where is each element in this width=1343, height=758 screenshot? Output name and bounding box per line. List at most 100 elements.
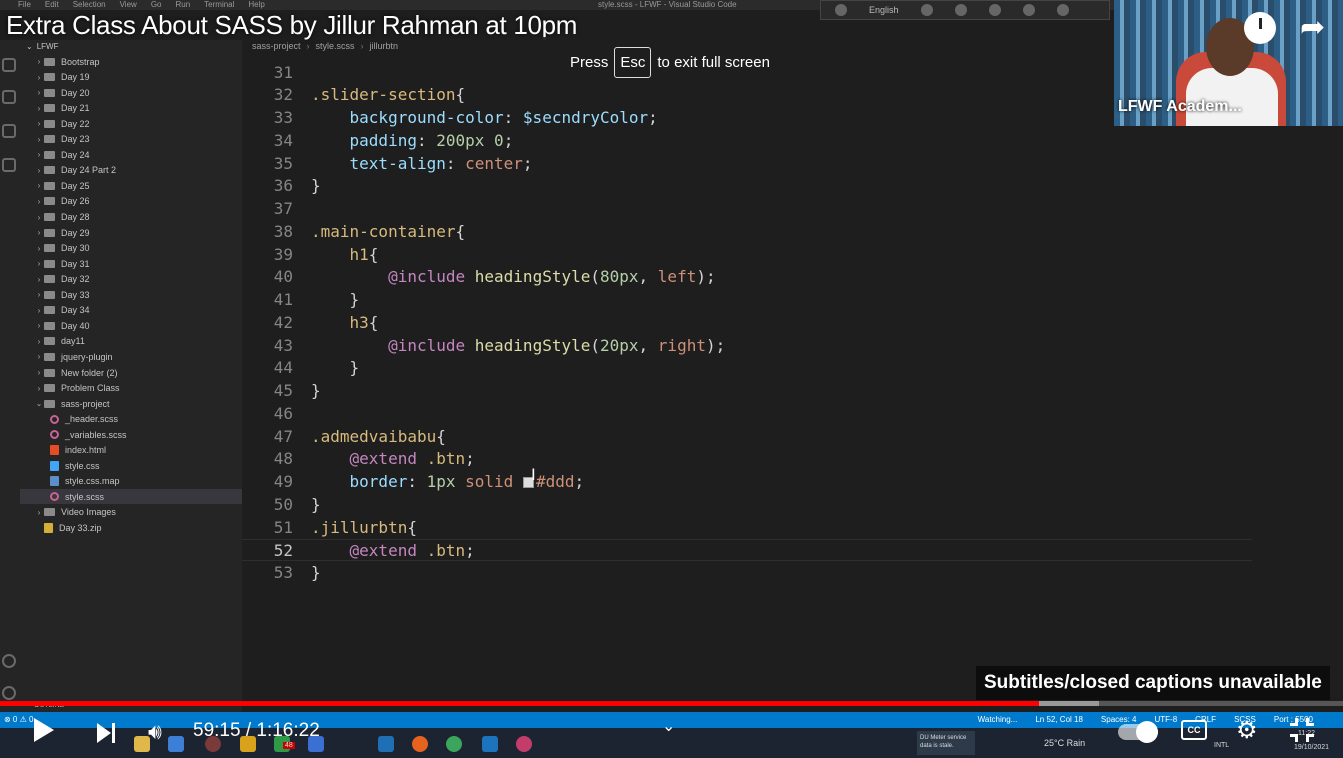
tree-folder[interactable]: › Day 28 xyxy=(20,210,242,225)
autoplay-toggle[interactable] xyxy=(1118,721,1158,743)
tree-folder[interactable]: › Day 31 xyxy=(20,256,242,271)
clock-date[interactable]: 19/10/2021 xyxy=(1294,744,1329,751)
play-icon[interactable] xyxy=(34,718,54,742)
tree-file[interactable]: style.css xyxy=(20,458,242,473)
tree-folder[interactable]: › Bootstrap xyxy=(20,54,242,69)
code-line[interactable]: 35 text-align: center; xyxy=(242,153,1252,175)
tool-icon[interactable] xyxy=(954,4,967,16)
menu-item[interactable]: Run xyxy=(175,0,190,9)
tree-folder[interactable]: › Day 24 xyxy=(20,147,242,162)
tree-folder[interactable]: › Day 24 Part 2 xyxy=(20,163,242,178)
code-line[interactable]: 34 padding: 200px 0; xyxy=(242,130,1252,152)
language-label[interactable]: English xyxy=(869,5,899,15)
code-line[interactable]: 53} xyxy=(242,562,1252,584)
next-icon[interactable] xyxy=(97,723,117,743)
code-line[interactable]: 42 h3{ xyxy=(242,312,1252,334)
code-line[interactable]: 48 @extend .btn; xyxy=(242,448,1252,470)
indentation[interactable]: Spaces: 4 xyxy=(1101,715,1137,724)
menu-item[interactable]: View xyxy=(120,0,137,9)
breadcrumb-item[interactable]: style.scss xyxy=(316,41,355,51)
code-line[interactable]: 52 @extend .btn; xyxy=(242,539,1252,562)
search-icon[interactable] xyxy=(2,58,16,72)
watch-later-icon[interactable] xyxy=(1244,12,1276,44)
help-icon[interactable] xyxy=(1022,4,1035,16)
tree-folder[interactable]: › Day 33 xyxy=(20,287,242,302)
tree-folder[interactable]: › Day 20 xyxy=(20,85,242,100)
code-line[interactable]: 38 .main-container{ xyxy=(242,221,1252,243)
firefox-icon[interactable] xyxy=(412,736,428,752)
du-meter-notice[interactable]: DU Meter service data is stale. xyxy=(917,731,975,755)
app-icon[interactable] xyxy=(482,736,498,752)
code-line[interactable]: 49 border: 1px solid #ddd; xyxy=(242,471,1252,493)
share-icon[interactable]: ➦ xyxy=(1300,10,1325,45)
tree-file[interactable]: style.css.map xyxy=(20,474,242,489)
breadcrumb-item[interactable]: sass-project xyxy=(252,41,301,51)
code-line[interactable]: 37 xyxy=(242,198,1252,220)
code-line[interactable]: 39 h1{ xyxy=(242,244,1252,266)
progress-bar[interactable] xyxy=(0,701,1343,706)
keyboard-icon[interactable] xyxy=(920,4,933,16)
tree-folder[interactable]: › Day 26 xyxy=(20,194,242,209)
code-line[interactable]: 45} xyxy=(242,380,1252,402)
tree-folder[interactable]: › day11 xyxy=(20,334,242,349)
tree-folder[interactable]: › Day 34 xyxy=(20,303,242,318)
tree-folder[interactable]: › Day 30 xyxy=(20,241,242,256)
tree-folder[interactable]: › jquery-plugin xyxy=(20,349,242,364)
code-line[interactable]: 47 .admedvaibabu{ xyxy=(242,426,1252,448)
tree-folder[interactable]: › Day 32 xyxy=(20,272,242,287)
tree-file[interactable]: index.html xyxy=(20,443,242,458)
code-line[interactable]: 46 xyxy=(242,403,1252,425)
tree-folder[interactable]: › Day 29 xyxy=(20,225,242,240)
tree-folder[interactable]: › Video Images xyxy=(20,505,242,520)
code-line[interactable]: 44 } xyxy=(242,357,1252,379)
mail-icon[interactable] xyxy=(168,736,184,752)
volume-icon[interactable]: 🔊︎ xyxy=(148,720,162,745)
code-line[interactable]: 43 @include headingStyle(20px, right); xyxy=(242,335,1252,357)
code-line[interactable]: 32 .slider-section{ xyxy=(242,84,1252,106)
tree-folder[interactable]: › Day 25 xyxy=(20,178,242,193)
menu-item[interactable]: Help xyxy=(248,0,264,9)
exit-fullscreen-icon[interactable] xyxy=(1290,718,1314,742)
vscode-icon[interactable] xyxy=(378,736,394,752)
menu-item[interactable]: Go xyxy=(151,0,162,9)
explorer-root[interactable]: ⌄ LFWF xyxy=(26,40,58,52)
account-icon[interactable] xyxy=(2,654,16,668)
settings-icon[interactable] xyxy=(988,4,1001,16)
breadcrumb-item[interactable]: jillurbtn xyxy=(370,41,399,51)
settings-gear-icon[interactable]: ⚙ xyxy=(1236,716,1258,744)
code-line[interactable]: 51 .jillurbtn{ xyxy=(242,517,1252,539)
menu-item[interactable]: Edit xyxy=(45,0,59,9)
cursor-position[interactable]: Ln 52, Col 18 xyxy=(1035,715,1083,724)
problems-indicator[interactable]: ⊗ 0 ⚠ 0 xyxy=(4,715,33,724)
tree-file[interactable]: _variables.scss xyxy=(20,427,242,442)
tree-folder[interactable]: › Day 19 xyxy=(20,70,242,85)
menu-item[interactable]: Terminal xyxy=(204,0,234,9)
language-icon[interactable] xyxy=(835,4,847,16)
run-debug-icon[interactable] xyxy=(2,124,16,138)
info-icon[interactable] xyxy=(1056,4,1069,16)
code-line[interactable]: 50} xyxy=(242,494,1252,516)
menu-item[interactable]: File xyxy=(18,0,31,9)
tree-folder[interactable]: › Day 21 xyxy=(20,101,242,116)
menu-item[interactable]: Selection xyxy=(73,0,106,9)
extensions-icon[interactable] xyxy=(2,158,16,172)
encoding[interactable]: UTF-8 xyxy=(1155,715,1178,724)
video-title[interactable]: Extra Class About SASS by Jillur Rahman … xyxy=(6,10,577,41)
code-line[interactable]: 33 background-color: $secndryColor; xyxy=(242,107,1252,129)
code-line[interactable]: 36} xyxy=(242,175,1252,197)
tree-folder[interactable]: › Problem Class xyxy=(20,381,242,396)
manage-gear-icon[interactable] xyxy=(2,686,16,700)
tree-folder[interactable]: ⌄ sass-project xyxy=(20,396,242,411)
app-icon[interactable] xyxy=(516,736,532,752)
captions-icon[interactable]: CC xyxy=(1181,720,1207,740)
code-line[interactable]: 41 } xyxy=(242,289,1252,311)
tree-file[interactable]: style.scss xyxy=(20,489,242,505)
tree-file[interactable]: Day 33.zip xyxy=(20,521,242,536)
chevron-down-icon[interactable]: ⌄ xyxy=(662,716,675,735)
tree-file[interactable]: _header.scss xyxy=(20,412,242,427)
code-line[interactable]: 40 @include headingStyle(80px, left); xyxy=(242,266,1252,288)
tree-folder[interactable]: › Day 22 xyxy=(20,116,242,131)
tree-folder[interactable]: › Day 23 xyxy=(20,132,242,147)
source-control-icon[interactable] xyxy=(2,90,16,104)
tree-folder[interactable]: › Day 40 xyxy=(20,318,242,333)
